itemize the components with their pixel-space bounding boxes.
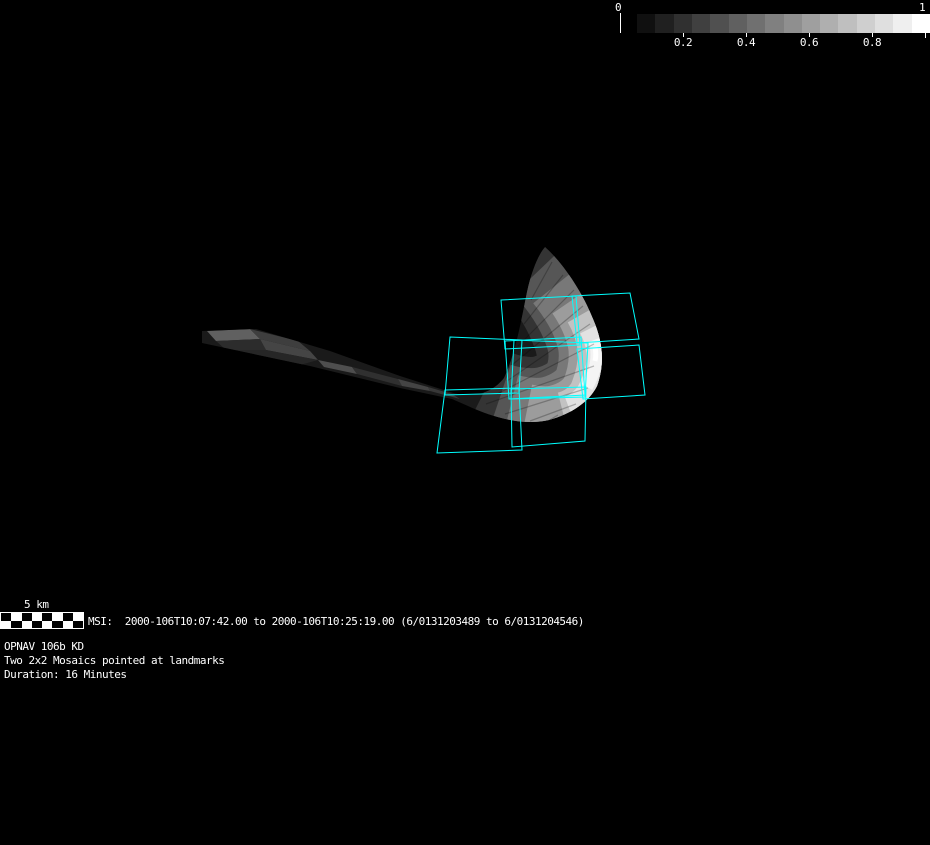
scalebar-cell: [11, 613, 22, 621]
visualization-screen: 0 1 0.2 0.4 0.6 0.8 5 km MSI: 2000-106T10:0…: [0, 0, 930, 845]
scalebar-cell: [42, 620, 53, 628]
scalebar-cell: [31, 620, 42, 628]
asteroid-shading-group: [207, 247, 602, 423]
annotation-mosaics: Two 2x2 Mosaics pointed at landmarks: [4, 654, 225, 667]
scalebar-cell: [21, 613, 32, 621]
scalebar-cell: [31, 613, 42, 621]
asteroid-render-canvas: [202, 247, 646, 454]
scalebar-cell: [21, 620, 32, 628]
scalebar-cell: [52, 613, 63, 621]
scalebar-cell: [52, 620, 63, 628]
scalebar-label: 5 km: [24, 598, 49, 611]
scalebar-cell: [72, 620, 83, 628]
scalebar-cell: [1, 620, 12, 628]
asteroid-shade-band: [592, 346, 599, 362]
scalebar-cell: [72, 613, 83, 621]
scalebar-cell: [62, 613, 73, 621]
msi-time-range-line: MSI: 2000-106T10:07:42.00 to 2000-106T10…: [88, 615, 584, 628]
annotation-opnav: OPNAV 106b KD: [4, 640, 84, 653]
scalebar-checker: [0, 612, 84, 629]
annotation-duration: Duration: 16 Minutes: [4, 668, 127, 681]
scalebar-cell: [62, 620, 73, 628]
scalebar-cell: [42, 613, 53, 621]
scalebar-cell: [11, 620, 22, 628]
scalebar-cell: [1, 613, 12, 621]
